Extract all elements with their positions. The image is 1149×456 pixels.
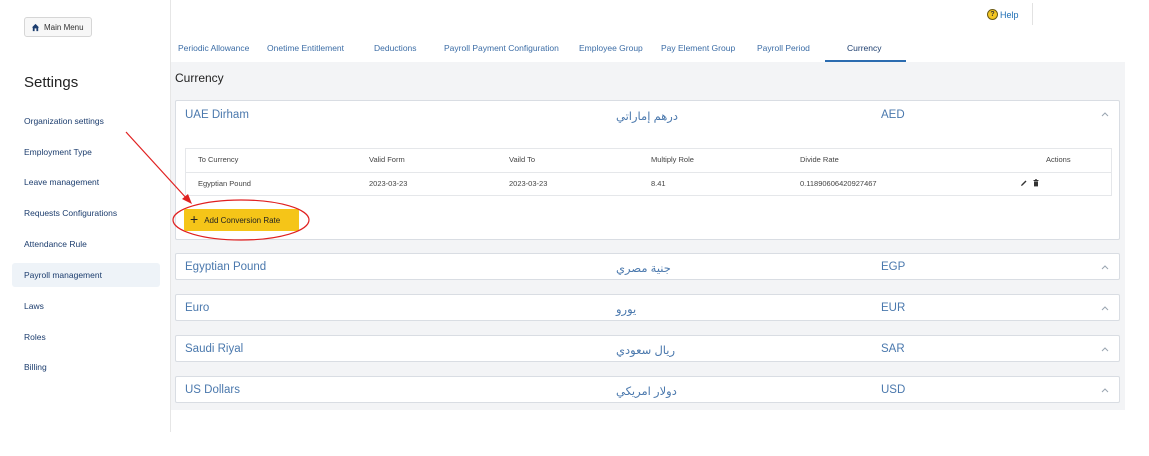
currency-code: USD (881, 384, 906, 396)
sidebar: Main Menu Settings Organization settings… (0, 0, 170, 456)
tab-bar: Periodic Allowance Onetime Entitlement D… (171, 36, 1131, 62)
currency-panel-egp[interactable]: Egyptian Pound جنية مصري EGP (175, 253, 1120, 280)
add-conversion-rate-button[interactable]: + Add Conversion Rate (184, 209, 299, 231)
trash-icon[interactable] (1032, 179, 1040, 187)
chevron-up-icon[interactable] (1101, 111, 1109, 117)
chevron-up-icon[interactable] (1101, 387, 1109, 393)
tab-deductions[interactable]: Deductions (374, 36, 417, 60)
currency-arabic-name: دولار امريكي (616, 386, 677, 398)
currency-code: EGP (881, 261, 906, 273)
chevron-up-icon[interactable] (1101, 305, 1109, 311)
tab-payroll-payment-configuration[interactable]: Payroll Payment Configuration (444, 36, 559, 60)
help-icon: ? (987, 9, 998, 20)
page-title: Currency (175, 71, 224, 85)
cell-to-currency: Egyptian Pound (198, 179, 251, 188)
sidebar-item-laws[interactable]: Laws (12, 294, 160, 318)
currency-panel-header[interactable]: UAE Dirham درهم إماراتي AED (176, 101, 1119, 129)
currency-name: Egyptian Pound (185, 261, 267, 273)
tab-payroll-period[interactable]: Payroll Period (757, 36, 810, 60)
currency-arabic-name: يورو (616, 304, 637, 316)
sidebar-item-label: Requests Configurations (24, 208, 118, 218)
currency-panel-sar[interactable]: Saudi Riyal ريال سعودي SAR (175, 335, 1120, 362)
column-header: Actions (1046, 155, 1071, 164)
currency-panel-usd[interactable]: US Dollars دولار امريكي USD (175, 376, 1120, 403)
sidebar-item-label: Roles (24, 332, 46, 342)
sidebar-item-leave-management[interactable]: Leave management (12, 170, 160, 194)
add-button-label: Add Conversion Rate (204, 215, 281, 225)
currency-arabic-name: جنية مصري (616, 263, 671, 275)
currency-name: US Dollars (185, 384, 240, 396)
plus-icon: + (190, 211, 199, 227)
currency-code: SAR (881, 343, 905, 355)
sidebar-item-payroll-management[interactable]: Payroll management (12, 263, 160, 287)
chevron-up-icon[interactable] (1101, 346, 1109, 352)
sidebar-item-organization-settings[interactable]: Organization settings (12, 109, 160, 133)
tab-periodic-allowance[interactable]: Periodic Allowance (178, 36, 249, 60)
currency-panel-aed: UAE Dirham درهم إماراتي AED To Currency … (175, 100, 1120, 240)
cell-divide: 0.11890606420927467 (800, 179, 877, 188)
column-header: Divide Rate (800, 155, 839, 164)
sidebar-item-employment-type[interactable]: Employment Type (12, 140, 160, 164)
sidebar-item-label: Organization settings (24, 116, 104, 126)
currency-name: UAE Dirham (185, 109, 249, 121)
cell-valid-to: 2023-03-23 (509, 179, 548, 188)
sidebar-item-label: Laws (24, 301, 44, 311)
currency-code: AED (881, 109, 905, 121)
currency-arabic-name: درهم إماراتي (616, 111, 678, 123)
edit-icon[interactable] (1020, 179, 1028, 187)
currency-name: Saudi Riyal (185, 343, 244, 355)
sidebar-item-billing[interactable]: Billing (12, 355, 160, 379)
sidebar-item-roles[interactable]: Roles (12, 325, 160, 349)
home-icon (31, 23, 40, 31)
sidebar-item-label: Billing (24, 362, 47, 372)
chevron-up-icon[interactable] (1101, 264, 1109, 270)
sidebar-item-label: Payroll management (24, 270, 102, 280)
help-label: Help (1000, 9, 1019, 20)
help-link[interactable]: ? Help (987, 9, 1019, 20)
column-header: Multiply Role (651, 155, 694, 164)
column-header: Valid Form (369, 155, 405, 164)
tab-onetime-entitlement[interactable]: Onetime Entitlement (267, 36, 344, 60)
column-header: Vaild To (509, 155, 535, 164)
sidebar-item-label: Employment Type (24, 147, 92, 157)
header-divider (1032, 3, 1033, 25)
row-divider (186, 172, 1111, 173)
sidebar-item-requests-configurations[interactable]: Requests Configurations (12, 201, 160, 225)
column-header: To Currency (198, 155, 239, 164)
currency-code: EUR (881, 302, 906, 314)
tab-pay-element-group[interactable]: Pay Element Group (661, 36, 735, 60)
main-menu-label: Main Menu (44, 22, 84, 32)
main-menu-button[interactable]: Main Menu (24, 17, 92, 37)
tab-currency[interactable]: Currency (847, 36, 881, 60)
currency-name: Euro (185, 302, 210, 314)
currency-arabic-name: ريال سعودي (616, 345, 676, 357)
cell-valid-from: 2023-03-23 (369, 179, 408, 188)
tab-employee-group[interactable]: Employee Group (579, 36, 643, 60)
currency-panel-eur[interactable]: Euro يورو EUR (175, 294, 1120, 321)
sidebar-item-label: Leave management (24, 177, 100, 187)
settings-title: Settings (24, 74, 79, 91)
cell-multiply: 8.41 (651, 179, 666, 188)
sidebar-item-label: Attendance Rule (24, 239, 87, 249)
sidebar-item-attendance-rule[interactable]: Attendance Rule (12, 232, 160, 256)
conversion-rate-table: To Currency Valid Form Vaild To Multiply… (185, 148, 1112, 196)
